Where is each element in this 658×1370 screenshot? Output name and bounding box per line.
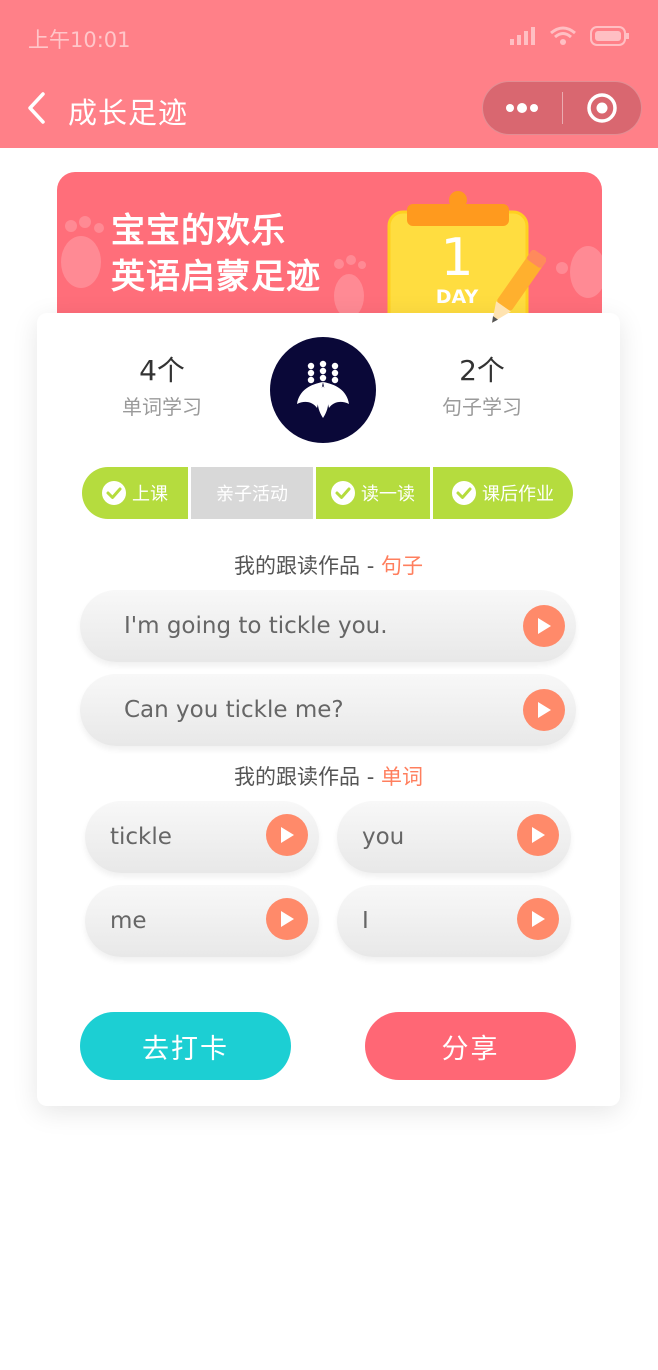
step-homework[interactable]: 课后作业 bbox=[433, 467, 573, 519]
play-button[interactable] bbox=[517, 814, 559, 856]
sentence-stat: 2个 句子学习 bbox=[402, 349, 562, 420]
play-icon bbox=[532, 827, 545, 843]
play-icon bbox=[281, 911, 294, 927]
section-prefix: 我的跟读作品 - bbox=[234, 765, 381, 789]
sentence-section-title: 我的跟读作品 - 句子 bbox=[37, 550, 620, 580]
footprint-decoration-icon bbox=[61, 216, 104, 288]
step-family-activity[interactable]: 亲子活动 bbox=[191, 467, 313, 519]
back-button[interactable] bbox=[18, 88, 54, 128]
footprint-decoration-icon bbox=[556, 246, 602, 298]
page-title: 成长足迹 bbox=[68, 96, 189, 130]
banner-line-1: 宝宝的欢乐 bbox=[111, 211, 286, 251]
target-close-icon bbox=[587, 93, 617, 123]
mini-program-capsule bbox=[482, 81, 642, 135]
word-stat-label: 单词学习 bbox=[122, 395, 202, 419]
footprint-decoration-icon bbox=[334, 255, 366, 318]
nav-bar: 成长足迹 bbox=[0, 72, 658, 148]
section-highlight: 句子 bbox=[380, 554, 423, 578]
wifi-icon bbox=[550, 26, 576, 45]
word-section-title: 我的跟读作品 - 单词 bbox=[37, 761, 620, 791]
status-bar: 上午10:01 bbox=[0, 0, 658, 72]
sentence-recording-item[interactable]: I'm going to tickle you. bbox=[80, 590, 576, 662]
step-label: 读一读 bbox=[361, 484, 415, 505]
share-button[interactable]: 分享 bbox=[365, 1012, 576, 1080]
close-mini-program-button[interactable] bbox=[563, 81, 642, 135]
word-recording-item[interactable]: tickle bbox=[85, 801, 319, 873]
chevron-left-icon bbox=[28, 92, 45, 124]
sentence-recording-item[interactable]: Can you tickle me? bbox=[80, 674, 576, 746]
step-label: 亲子活动 bbox=[216, 484, 288, 505]
play-icon bbox=[532, 911, 545, 927]
more-dots-icon bbox=[506, 103, 539, 113]
step-label: 课后作业 bbox=[482, 484, 554, 505]
play-button[interactable] bbox=[266, 814, 308, 856]
play-button[interactable] bbox=[523, 689, 565, 731]
word-text: I bbox=[362, 908, 369, 934]
step-label: 上课 bbox=[132, 484, 168, 505]
check-circle-icon bbox=[331, 481, 355, 505]
header-bar: 上午10:01 成长足迹 bbox=[0, 0, 658, 148]
paulownia-crest-icon bbox=[297, 360, 349, 418]
section-highlight: 单词 bbox=[380, 765, 423, 789]
word-count: 4个 bbox=[139, 354, 185, 387]
battery-icon bbox=[590, 26, 629, 46]
status-icons bbox=[510, 26, 630, 46]
word-recording-item[interactable]: me bbox=[85, 885, 319, 957]
banner-line-2: 英语启蒙足迹 bbox=[111, 257, 321, 297]
sentence-text: Can you tickle me? bbox=[124, 697, 344, 723]
sentence-stat-label: 句子学习 bbox=[442, 395, 522, 419]
banner-text: 宝宝的欢乐 英语启蒙足迹 bbox=[111, 208, 321, 300]
step-class[interactable]: 上课 bbox=[82, 467, 188, 519]
word-stat: 4个 单词学习 bbox=[82, 349, 242, 420]
play-button[interactable] bbox=[523, 605, 565, 647]
word-text: you bbox=[362, 824, 405, 850]
sentence-count: 2个 bbox=[459, 354, 505, 387]
play-icon bbox=[281, 827, 294, 843]
section-prefix: 我的跟读作品 - bbox=[234, 554, 381, 578]
pencil-icon bbox=[492, 249, 546, 323]
more-button[interactable] bbox=[483, 81, 562, 135]
check-in-button[interactable]: 去打卡 bbox=[80, 1012, 291, 1080]
learning-summary-card: 4个 单词学习 2个 句子学习 上课 亲子活动 读一读 课后作业 我的跟读作品 … bbox=[37, 313, 620, 1106]
play-button[interactable] bbox=[517, 898, 559, 940]
step-reading[interactable]: 读一读 bbox=[316, 467, 430, 519]
check-circle-icon bbox=[102, 481, 126, 505]
check-circle-icon bbox=[452, 481, 476, 505]
status-time: 上午10:01 bbox=[28, 28, 131, 52]
signal-icon bbox=[510, 27, 535, 45]
word-recording-item[interactable]: I bbox=[337, 885, 571, 957]
word-text: me bbox=[110, 908, 147, 934]
word-text: tickle bbox=[110, 824, 172, 850]
progress-steps: 上课 亲子活动 读一读 课后作业 bbox=[82, 467, 573, 519]
sentence-text: I'm going to tickle you. bbox=[124, 613, 388, 639]
avatar bbox=[270, 337, 376, 443]
play-button[interactable] bbox=[266, 898, 308, 940]
word-recording-item[interactable]: you bbox=[337, 801, 571, 873]
play-icon bbox=[538, 702, 551, 718]
play-icon bbox=[538, 618, 551, 634]
